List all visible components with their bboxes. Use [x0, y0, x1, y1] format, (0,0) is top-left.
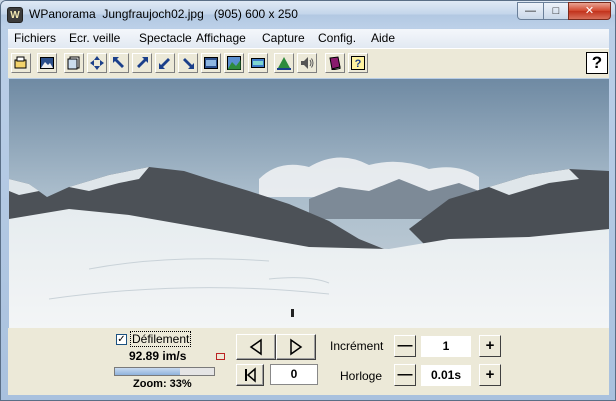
move-button[interactable]: [87, 53, 107, 73]
arrow-down-left-icon: [159, 58, 170, 69]
clock-minus-button[interactable]: —: [394, 364, 416, 386]
triangle-left-icon: [249, 338, 262, 356]
menu-fichiers[interactable]: Fichiers: [14, 31, 56, 45]
scroll-left-button[interactable]: [236, 334, 276, 360]
arrow-up-right-icon: [137, 57, 148, 68]
panorama-icon: [277, 57, 291, 70]
scroll-down-right-button[interactable]: [178, 53, 198, 73]
move-icon: [90, 56, 104, 70]
minimize-button[interactable]: —: [517, 2, 544, 20]
book-icon: [329, 56, 341, 70]
zoom-slider[interactable]: [114, 367, 215, 376]
help-topic-icon: ?: [351, 56, 365, 70]
scroll-checkbox-label[interactable]: Défilement: [129, 331, 192, 347]
clock-value: 0.01s: [421, 365, 471, 386]
zoom-slider-fill: [115, 368, 181, 375]
triangle-right-icon: [290, 338, 303, 356]
go-to-start-button[interactable]: [236, 364, 264, 386]
increment-value: 1: [421, 336, 471, 357]
control-panel: ✓ Défilement 92.89 im/s Zoom: 33% 0 Incr…: [8, 328, 609, 395]
landscape-button[interactable]: [224, 53, 244, 73]
zoom-readout: Zoom: 33%: [133, 378, 192, 390]
menu-capture[interactable]: Capture: [262, 31, 305, 45]
book-button[interactable]: [325, 53, 345, 73]
app-name: WPanorama: [29, 7, 96, 21]
menu-bar: Fichiers Ecr. veille Spectacle Affichage…: [8, 29, 609, 48]
close-button[interactable]: ✕: [568, 2, 611, 20]
menu-aide[interactable]: Aide: [371, 31, 395, 45]
film-button[interactable]: [201, 53, 221, 73]
arrow-down-right-icon: [183, 58, 194, 69]
skip-back-icon: [245, 367, 256, 383]
scroll-checkbox[interactable]: ✓: [116, 334, 127, 345]
window-icon: [251, 58, 265, 68]
clock-plus-button[interactable]: +: [479, 364, 501, 386]
menu-config[interactable]: Config.: [318, 31, 356, 45]
position-counter: 0: [270, 364, 318, 385]
menu-affichage[interactable]: Affichage: [196, 31, 246, 45]
arrow-up-left-icon: [113, 57, 124, 68]
maximize-button[interactable]: □: [543, 2, 569, 20]
image-dimensions: (905) 600 x 250: [213, 7, 298, 21]
panorama-button[interactable]: [274, 53, 294, 73]
picture-icon: [40, 57, 54, 69]
increment-minus-button[interactable]: —: [394, 335, 416, 357]
picture-button[interactable]: [37, 53, 57, 73]
menu-ecr-veille[interactable]: Ecr. veille: [69, 31, 120, 45]
svg-text:?: ?: [355, 58, 362, 70]
toolbar: ? ?: [8, 48, 609, 78]
window-title: WPanorama Jungfraujoch02.jpg (905) 600 x…: [29, 7, 298, 21]
increment-label: Incrément: [330, 339, 384, 353]
file-name: Jungfraujoch02.jpg: [102, 7, 204, 21]
open-file-icon: [14, 56, 27, 69]
landscape-icon: [227, 56, 241, 70]
panorama-picture: [9, 79, 609, 328]
copy-button[interactable]: [64, 53, 84, 73]
checkmark-icon: ✓: [117, 334, 126, 345]
help-topic-button[interactable]: ?: [348, 53, 368, 73]
window-button[interactable]: [248, 53, 268, 73]
clock-label: Horloge: [340, 369, 383, 383]
copy-icon: [67, 56, 80, 70]
scroll-up-right-button[interactable]: [132, 53, 152, 73]
speed-readout: 92.89 im/s: [129, 349, 187, 363]
help-button[interactable]: ?: [586, 52, 608, 74]
scroll-right-button[interactable]: [276, 334, 316, 360]
increment-plus-button[interactable]: +: [479, 335, 501, 357]
title-bar[interactable]: W WPanorama Jungfraujoch02.jpg (905) 600…: [1, 1, 615, 28]
app-window: W WPanorama Jungfraujoch02.jpg (905) 600…: [0, 0, 616, 401]
menu-spectacle[interactable]: Spectacle: [139, 31, 192, 45]
sound-button[interactable]: [297, 53, 317, 73]
open-file-button[interactable]: [11, 53, 31, 73]
panorama-image[interactable]: [9, 79, 609, 328]
sound-icon: [301, 57, 314, 69]
scroll-down-left-button[interactable]: [155, 53, 175, 73]
speed-indicator-icon: [216, 353, 225, 360]
scroll-up-left-button[interactable]: [109, 53, 129, 73]
film-icon: [204, 57, 218, 69]
wpanorama-app-icon[interactable]: W: [7, 7, 23, 23]
